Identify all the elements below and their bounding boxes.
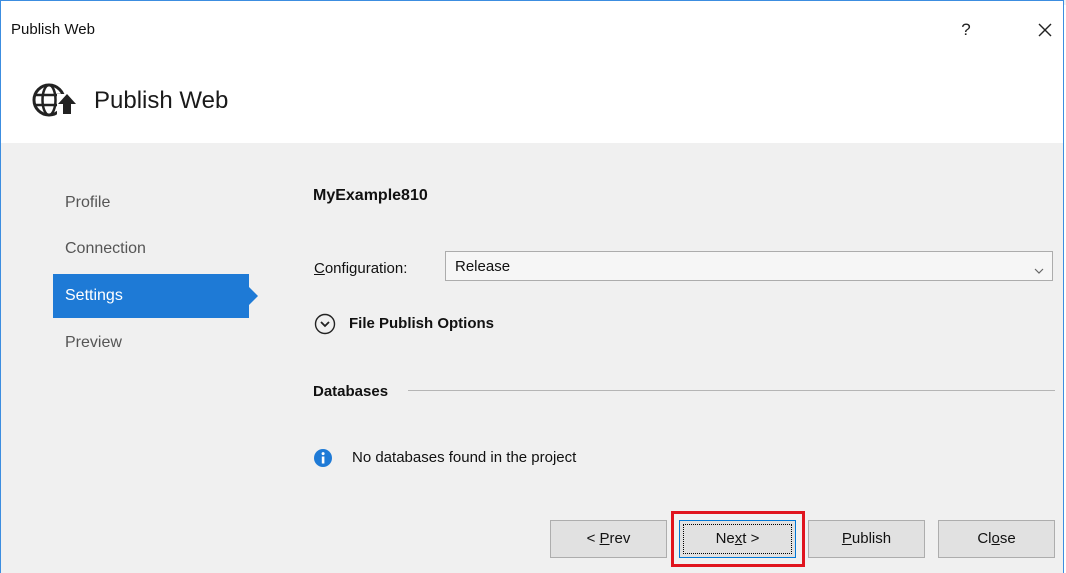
help-button[interactable]: ?: [955, 17, 977, 43]
chevron-down-icon: [1034, 262, 1044, 274]
file-publish-options-toggle[interactable]: File Publish Options: [314, 311, 614, 339]
info-icon: [313, 448, 333, 468]
configuration-select[interactable]: Release: [445, 251, 1053, 281]
nav-item-label: Preview: [65, 334, 122, 351]
publish-button[interactable]: Publish: [808, 520, 925, 558]
nav-item-preview[interactable]: Preview: [53, 321, 249, 365]
prev-button[interactable]: < Prev: [550, 520, 667, 558]
next-button-highlight-annotation: [671, 511, 805, 567]
configuration-label: Configuration:: [314, 260, 408, 277]
nav-item-label: Profile: [65, 194, 111, 211]
publish-web-dialog: Publish Web ? Publish Web Profile Connec…: [0, 0, 1064, 573]
close-icon[interactable]: [1033, 17, 1057, 43]
header-title: Publish Web: [94, 87, 229, 114]
close-button[interactable]: Close: [938, 520, 1055, 558]
file-publish-options-label: File Publish Options: [349, 315, 495, 332]
databases-divider: [408, 390, 1055, 391]
nav-item-profile[interactable]: Profile: [53, 181, 249, 225]
databases-title: Databases: [313, 383, 389, 400]
globe-publish-icon: [31, 80, 77, 120]
nav-item-label: Connection: [65, 240, 146, 257]
profile-name: MyExample810: [313, 187, 428, 204]
nav-item-label: Settings: [65, 287, 123, 304]
nav-item-connection[interactable]: Connection: [53, 227, 249, 271]
expand-circle-icon: [314, 313, 336, 335]
dialog-header: Publish Web: [1, 63, 1063, 143]
title-bar: Publish Web ?: [1, 1, 1063, 63]
nav-item-settings[interactable]: Settings: [53, 274, 258, 318]
configuration-value: Release: [455, 258, 511, 275]
no-databases-message: No databases found in the project: [352, 449, 577, 466]
window-title: Publish Web: [11, 21, 95, 38]
dialog-content: Profile Connection Settings Preview MyEx…: [1, 143, 1063, 573]
